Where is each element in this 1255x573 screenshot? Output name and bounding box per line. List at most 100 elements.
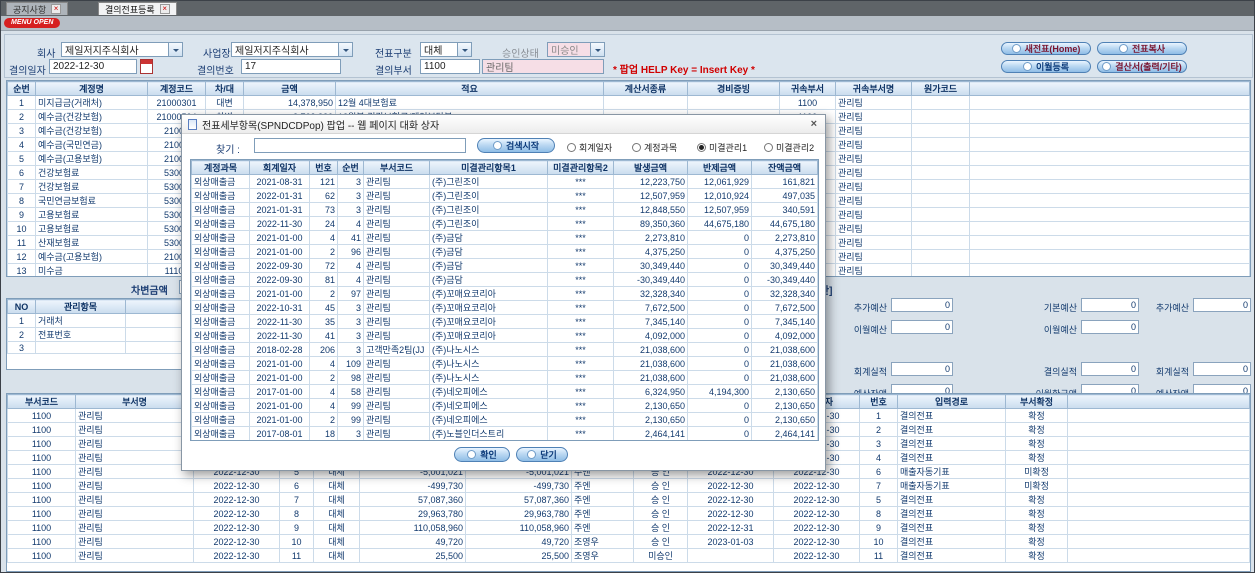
table-cell[interactable]: *** [547, 314, 614, 329]
table-cell[interactable]: 1100 [7, 408, 76, 423]
table-row[interactable]: 1100 관리팀 2022-12-30 10 대체 49,720 49,720 조영우 승 인2… [7, 534, 1250, 549]
table-cell[interactable]: 확정 [1005, 534, 1068, 549]
table-cell[interactable]: 41 [309, 328, 338, 343]
table-cell[interactable]: 32,328,340 [751, 286, 818, 301]
table-cell[interactable]: 거래처 [35, 313, 126, 328]
table-cell[interactable] [969, 221, 1250, 236]
table-cell[interactable]: 497,035 [751, 188, 818, 203]
table-cell[interactable]: 확정 [1005, 436, 1068, 451]
table-cell[interactable]: 매출자동기표 [897, 478, 1006, 493]
table-cell[interactable]: 3 [7, 123, 36, 138]
table-cell[interactable] [969, 235, 1250, 250]
table-cell[interactable]: 21,038,600 [613, 370, 688, 385]
table-cell[interactable]: 2022-12-30 [193, 548, 280, 563]
table-cell[interactable] [969, 193, 1250, 208]
table-cell[interactable]: 관리팀 [363, 426, 430, 440]
table-cell[interactable]: 49,720 [465, 534, 572, 549]
table-cell[interactable]: (주)나노시스 [429, 370, 548, 385]
table-cell[interactable]: 4,092,000 [613, 328, 688, 343]
table-cell[interactable]: 12,848,550 [613, 202, 688, 217]
table-cell[interactable]: (주)꼬매요코리아 [429, 286, 548, 301]
table-cell[interactable]: 6,324,950 [613, 384, 688, 399]
table-cell[interactable]: 관리팀 [75, 534, 194, 549]
table-cell[interactable]: 4 [309, 230, 338, 245]
company-select[interactable]: 제일저지주식회사 [61, 42, 183, 57]
table-cell[interactable]: 대변 [205, 95, 244, 110]
table-cell[interactable]: 관리팀 [835, 109, 912, 124]
confirm-button[interactable]: 확인 [454, 447, 510, 462]
table-cell[interactable]: 관리팀 [75, 436, 194, 451]
table-cell[interactable]: -499,730 [465, 478, 572, 493]
table-cell[interactable]: 5 [859, 492, 898, 507]
table-cell[interactable]: 외상매출금 [191, 314, 250, 329]
table-cell[interactable]: (주)꼬매요코리아 [429, 314, 548, 329]
table-cell[interactable]: 25,500 [359, 548, 466, 563]
table-cell[interactable]: (주)네오피에스 [429, 412, 548, 427]
table-cell[interactable]: 대체 [313, 520, 360, 535]
table-cell[interactable]: 관리팀 [363, 412, 430, 427]
table-cell[interactable]: 대체 [313, 548, 360, 563]
table-cell[interactable]: 관리팀 [835, 249, 912, 264]
search-start-button[interactable]: 검색시작 [477, 138, 555, 153]
table-cell[interactable]: 관리팀 [363, 230, 430, 245]
table-cell[interactable]: 1100 [7, 464, 76, 479]
table-cell[interactable]: 11 [7, 235, 36, 250]
table-cell[interactable] [969, 249, 1250, 264]
table-cell[interactable]: 7 [279, 492, 314, 507]
table-cell[interactable]: 3 [337, 202, 364, 217]
table-cell[interactable]: 4 [337, 216, 364, 231]
table-cell[interactable] [911, 137, 970, 152]
table-cell[interactable]: 결의전표 [897, 506, 1006, 521]
table-cell[interactable]: 2022-10-31 [249, 300, 310, 315]
table-cell[interactable]: 4,092,000 [751, 328, 818, 343]
table-cell[interactable]: *** [547, 188, 614, 203]
budget-value[interactable]: 0 [1193, 298, 1251, 312]
table-cell[interactable]: 고용보험료 [35, 221, 148, 236]
resolution-number-input[interactable]: 17 [241, 59, 341, 74]
table-cell[interactable]: 외상매출금 [191, 384, 250, 399]
table-cell[interactable]: 2,273,810 [751, 230, 818, 245]
table-row[interactable]: 1 미지급금(거래처) 21000301 대변 14,378,950 12월 4대보험료 1… [7, 95, 1250, 110]
table-cell[interactable]: 62 [309, 188, 338, 203]
table-cell[interactable]: 관리팀 [363, 258, 430, 273]
table-cell[interactable]: 대체 [313, 492, 360, 507]
table-cell[interactable]: 관리팀 [835, 193, 912, 208]
table-cell[interactable]: 관리팀 [363, 244, 430, 259]
table-cell[interactable] [1067, 436, 1250, 451]
table-cell[interactable]: 0 [687, 426, 752, 440]
table-cell[interactable]: 주엔 [571, 478, 634, 493]
table-cell[interactable]: 2023-01-03 [687, 534, 774, 549]
table-cell[interactable]: 2,130,650 [751, 412, 818, 427]
table-cell[interactable]: 외상매출금 [191, 342, 250, 357]
tab-voucher-entry[interactable]: 결의전표등록 × [98, 2, 177, 15]
table-cell[interactable]: 110,058,960 [465, 520, 572, 535]
table-cell[interactable]: 9 [859, 520, 898, 535]
table-cell[interactable]: 1100 [7, 422, 76, 437]
budget-value[interactable]: 0 [1081, 320, 1139, 334]
table-cell[interactable]: (주)그린조이 [429, 216, 548, 231]
table-cell[interactable]: *** [547, 300, 614, 315]
table-cell[interactable]: 미지급금(거래처) [35, 95, 148, 110]
table-cell[interactable]: *** [547, 426, 614, 440]
table-cell[interactable]: 조영우 [571, 534, 634, 549]
table-cell[interactable]: 외상매출금 [191, 272, 250, 287]
table-cell[interactable]: *** [547, 174, 614, 189]
table-cell[interactable]: 2022-12-30 [193, 506, 280, 521]
table-cell[interactable]: 2022-12-31 [687, 520, 774, 535]
table-cell[interactable]: 9 [279, 520, 314, 535]
table-cell[interactable]: 1100 [7, 478, 76, 493]
table-cell[interactable]: 1100 [7, 548, 76, 563]
table-cell[interactable]: 0 [687, 342, 752, 357]
table-cell[interactable]: 1100 [7, 534, 76, 549]
table-cell[interactable]: 관리팀 [75, 478, 194, 493]
table-cell[interactable] [969, 179, 1250, 194]
table-cell[interactable]: (주)꼬매요코리아 [429, 300, 548, 315]
table-cell[interactable]: 전표번호 [35, 327, 126, 342]
table-cell[interactable]: 1100 [779, 95, 836, 110]
table-cell[interactable]: 8 [7, 193, 36, 208]
table-row[interactable]: 1100 관리팀 2022-12-30 9 대체 110,058,960 110,058,9… [7, 520, 1250, 535]
table-cell[interactable]: 1100 [7, 506, 76, 521]
table-cell[interactable]: 2,464,141 [613, 426, 688, 440]
table-cell[interactable]: 승 인 [633, 520, 688, 535]
table-cell[interactable]: 외상매출금 [191, 188, 250, 203]
